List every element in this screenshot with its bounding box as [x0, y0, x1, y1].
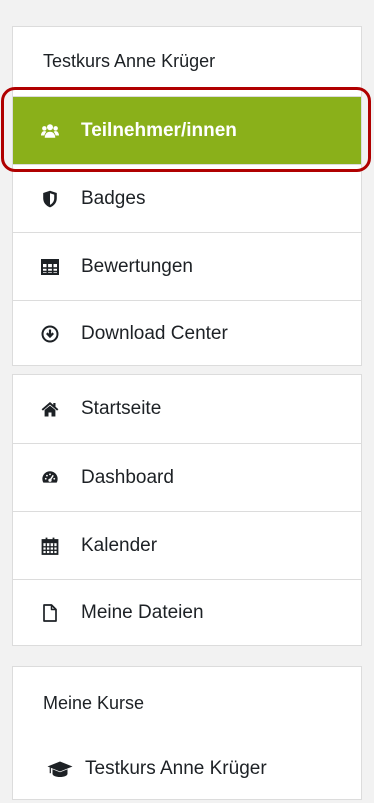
course-navigation-panel: Testkurs Anne Krüger Teilnehmer/innen Ba…: [12, 26, 362, 366]
nav-item-download-center[interactable]: Download Center: [13, 300, 361, 367]
nav-item-label: Teilnehmer/innen: [81, 119, 237, 141]
my-course-item[interactable]: Testkurs Anne Krüger: [13, 739, 361, 799]
download-circle-icon: [41, 325, 59, 343]
table-icon: [41, 258, 59, 276]
nav-item-participants[interactable]: Teilnehmer/innen: [13, 96, 361, 164]
nav-item-label: Kalender: [81, 534, 158, 556]
graduation-cap-icon: [47, 760, 73, 778]
nav-item-label: Dashboard: [81, 466, 174, 488]
nav-item-dashboard[interactable]: Dashboard: [13, 443, 361, 511]
nav-item-label: Meine Dateien: [81, 601, 204, 623]
site-navigation-panel: Startseite Dashboard Kalender Meine Date…: [12, 374, 362, 646]
nav-item-badges[interactable]: Badges: [13, 164, 361, 232]
nav-item-home[interactable]: Startseite: [13, 375, 361, 443]
nav-item-label: Bewertungen: [81, 255, 193, 277]
nav-item-calendar[interactable]: Kalender: [13, 511, 361, 579]
my-courses-panel: Meine Kurse Testkurs Anne Krüger: [12, 666, 362, 800]
users-icon: [41, 122, 59, 140]
nav-item-label: Download Center: [81, 323, 228, 344]
nav-item-label: Badges: [81, 187, 146, 209]
nav-item-label: Startseite: [81, 398, 162, 419]
my-course-label: Testkurs Anne Krüger: [85, 758, 267, 779]
nav-item-my-files[interactable]: Meine Dateien: [13, 579, 361, 645]
navigation-drawer: Testkurs Anne Krüger Teilnehmer/innen Ba…: [0, 0, 374, 803]
dashboard-gauge-icon: [41, 469, 59, 487]
my-courses-heading: Meine Kurse: [43, 693, 145, 713]
course-title: Testkurs Anne Krüger: [43, 51, 216, 71]
shield-icon: [41, 190, 59, 208]
calendar-icon: [41, 537, 59, 555]
home-icon: [41, 400, 59, 418]
file-icon: [41, 603, 59, 622]
nav-item-grades[interactable]: Bewertungen: [13, 232, 361, 300]
